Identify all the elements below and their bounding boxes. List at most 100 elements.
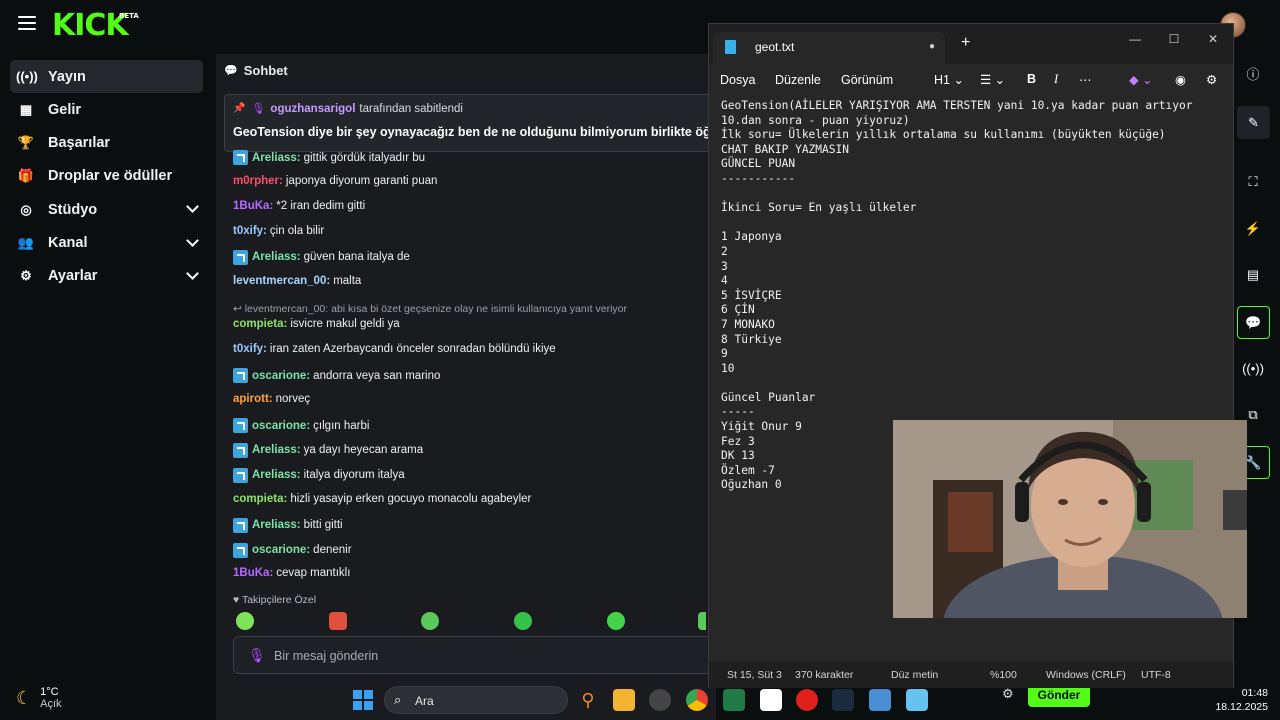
emote-1-icon[interactable] bbox=[236, 612, 254, 630]
taskbar-search[interactable]: ⌕ Ara bbox=[384, 686, 568, 714]
subscriber-badge-icon[interactable] bbox=[233, 542, 248, 558]
chat-message[interactable]: Areliass: bitti gitti bbox=[233, 517, 343, 533]
subscriber-badge-icon[interactable] bbox=[233, 418, 248, 433]
scan-icon[interactable]: ⛶ bbox=[1241, 170, 1265, 194]
subscriber-badge-icon[interactable] bbox=[233, 467, 248, 483]
chat-username[interactable]: apirott bbox=[233, 393, 269, 405]
chat-message[interactable]: oscarione: andorra veya san marino bbox=[233, 368, 440, 384]
excel-icon[interactable] bbox=[723, 689, 745, 711]
chevron-down-icon[interactable] bbox=[186, 266, 199, 280]
info-icon[interactable]: ⓘ bbox=[1241, 63, 1265, 87]
pinned-user[interactable]: oguzhansarigol bbox=[270, 103, 355, 115]
emote-3-icon[interactable] bbox=[421, 612, 439, 630]
windows-start-icon[interactable] bbox=[352, 689, 374, 711]
chat-settings-icon[interactable]: ⚙ bbox=[1002, 686, 1014, 702]
more-icon[interactable]: ⋯ bbox=[1079, 72, 1092, 87]
chat-message[interactable]: t0xify: iran zaten Azerbaycandı önceler s… bbox=[233, 343, 556, 355]
chat-username[interactable]: t0xify bbox=[233, 343, 263, 355]
capcut-icon[interactable] bbox=[760, 689, 782, 711]
close-icon[interactable]: ✕ bbox=[1203, 29, 1223, 49]
chat-username[interactable]: oscarione bbox=[252, 544, 306, 556]
heading-dropdown[interactable]: H1 ⌄ bbox=[934, 72, 964, 87]
chat-message[interactable]: 1BuKa: cevap mantıklı bbox=[233, 567, 350, 579]
chat-message[interactable]: 1BuKa: *2 iran dedim gitti bbox=[233, 200, 365, 212]
chevron-down-icon[interactable] bbox=[186, 233, 199, 247]
chat-username[interactable]: 1BuKa bbox=[233, 200, 269, 212]
chat-message[interactable]: oscarione: denenir bbox=[233, 542, 352, 558]
chat-message[interactable]: Areliass: güven bana italya de bbox=[233, 249, 410, 265]
maximize-icon[interactable]: ☐ bbox=[1164, 29, 1184, 49]
chat-username[interactable]: Areliass bbox=[252, 152, 297, 164]
menu-icon[interactable] bbox=[18, 16, 36, 30]
chat-message[interactable]: apirott: norveç bbox=[233, 393, 310, 405]
app-icon[interactable] bbox=[649, 689, 671, 711]
file-explorer-icon[interactable] bbox=[613, 689, 635, 711]
subscriber-badge-icon[interactable] bbox=[233, 517, 248, 533]
zoom-level[interactable]: %100 bbox=[990, 669, 1017, 681]
chat-username[interactable]: leventmercan_00 bbox=[233, 275, 326, 287]
steam-icon[interactable] bbox=[832, 689, 854, 711]
emote-2-icon[interactable] bbox=[329, 612, 347, 630]
menu-edit[interactable]: Düzenle bbox=[775, 73, 821, 87]
photos-icon[interactable] bbox=[869, 689, 891, 711]
minimize-icon[interactable]: — bbox=[1125, 29, 1145, 49]
subscriber-badge-icon[interactable] bbox=[233, 442, 248, 458]
pinned-message[interactable]: 📌 🎙 oguzhansarigol tarafından sabitlendi… bbox=[224, 94, 716, 152]
emote-5-icon[interactable] bbox=[607, 612, 625, 630]
subscriber-badge-icon[interactable] bbox=[233, 368, 248, 384]
sidebar-item-5[interactable]: 👥 Kanal bbox=[10, 227, 203, 260]
weather-widget[interactable]: ☾ 1°C Açık bbox=[16, 686, 62, 710]
subscriber-badge-icon[interactable] bbox=[233, 150, 248, 165]
chat-message[interactable]: oscarione: çılgın harbi bbox=[233, 418, 369, 433]
kick-logo[interactable]: KICK BETA bbox=[52, 8, 139, 43]
sidebar-item-2[interactable]: 🏆 Başarılar bbox=[10, 127, 203, 160]
notepad-tab[interactable]: geot.txt ● bbox=[713, 32, 945, 64]
new-tab-icon[interactable]: + bbox=[961, 34, 970, 52]
line-ending[interactable]: Windows (CRLF) bbox=[1046, 669, 1126, 681]
sidebar-item-1[interactable]: ▦ Gelir bbox=[10, 93, 203, 126]
chat-icon[interactable]: 💬 bbox=[1237, 306, 1270, 339]
chat-message[interactable]: Areliass: ya dayı heyecan arama bbox=[233, 442, 423, 458]
chat-username[interactable]: compieta bbox=[233, 318, 284, 330]
encoding[interactable]: UTF-8 bbox=[1141, 669, 1171, 681]
chat-input-box[interactable]: 🎙 bbox=[233, 636, 723, 674]
chat-username[interactable]: Areliass bbox=[252, 444, 297, 456]
document-icon[interactable]: ▤ bbox=[1241, 263, 1265, 287]
chat-username[interactable]: 1BuKa bbox=[233, 567, 269, 579]
emote-6-icon[interactable] bbox=[698, 612, 706, 630]
search-app-icon[interactable]: ⚲ bbox=[577, 689, 599, 711]
taskbar-clock[interactable]: 01:48 18.12.2025 bbox=[1212, 686, 1268, 714]
chat-message[interactable]: m0rpher: japonya diyorum garanti puan bbox=[233, 175, 437, 187]
bold-icon[interactable]: B bbox=[1027, 72, 1036, 86]
menu-view[interactable]: Görünüm bbox=[841, 73, 893, 87]
sidebar-item-4[interactable]: ◎ Stüdyo bbox=[10, 193, 203, 226]
list-icon[interactable]: ☰ ⌄ bbox=[980, 72, 1005, 87]
chat-message[interactable]: compieta: hizli yasayip erken gocuyo mona… bbox=[233, 493, 531, 505]
emote-4-icon[interactable] bbox=[514, 612, 532, 630]
edit-icon[interactable]: ✎ bbox=[1237, 106, 1270, 139]
chat-username[interactable]: oscarione bbox=[252, 370, 306, 382]
chat-message[interactable]: Areliass: gittik gördük italyadır bu bbox=[233, 150, 425, 165]
notepad-taskbar-icon[interactable] bbox=[906, 689, 928, 711]
chat-username[interactable]: oscarione bbox=[252, 420, 306, 432]
opera-icon[interactable] bbox=[796, 689, 818, 711]
chevron-down-icon[interactable] bbox=[186, 200, 199, 214]
sidebar-item-3[interactable]: 🎁 Droplar ve ödüller bbox=[10, 160, 203, 193]
chat-message[interactable]: leventmercan_00: malta bbox=[233, 275, 361, 287]
italic-icon[interactable]: I bbox=[1054, 72, 1058, 87]
chat-message[interactable]: Areliass: italya diyorum italya bbox=[233, 467, 405, 483]
chat-message[interactable]: t0xify: çin ola bilir bbox=[233, 225, 324, 237]
mic-icon[interactable]: 🎙 bbox=[248, 647, 266, 664]
chat-username[interactable]: t0xify bbox=[233, 225, 263, 237]
sidebar-item-6[interactable]: ⚙ Ayarlar bbox=[10, 260, 203, 293]
subscriber-badge-icon[interactable] bbox=[233, 249, 248, 265]
chat-input[interactable] bbox=[274, 646, 694, 666]
chat-username[interactable]: Areliass bbox=[252, 519, 297, 531]
chat-username[interactable]: m0rpher bbox=[233, 175, 279, 187]
chat-username[interactable]: Areliass bbox=[252, 469, 297, 481]
settings-gear-icon[interactable]: ⚙ bbox=[1206, 72, 1217, 87]
menu-file[interactable]: Dosya bbox=[720, 73, 755, 87]
sidebar-item-0[interactable]: ((•)) Yayın bbox=[10, 60, 203, 93]
chat-username[interactable]: compieta bbox=[233, 493, 284, 505]
chrome-icon[interactable] bbox=[686, 689, 708, 711]
